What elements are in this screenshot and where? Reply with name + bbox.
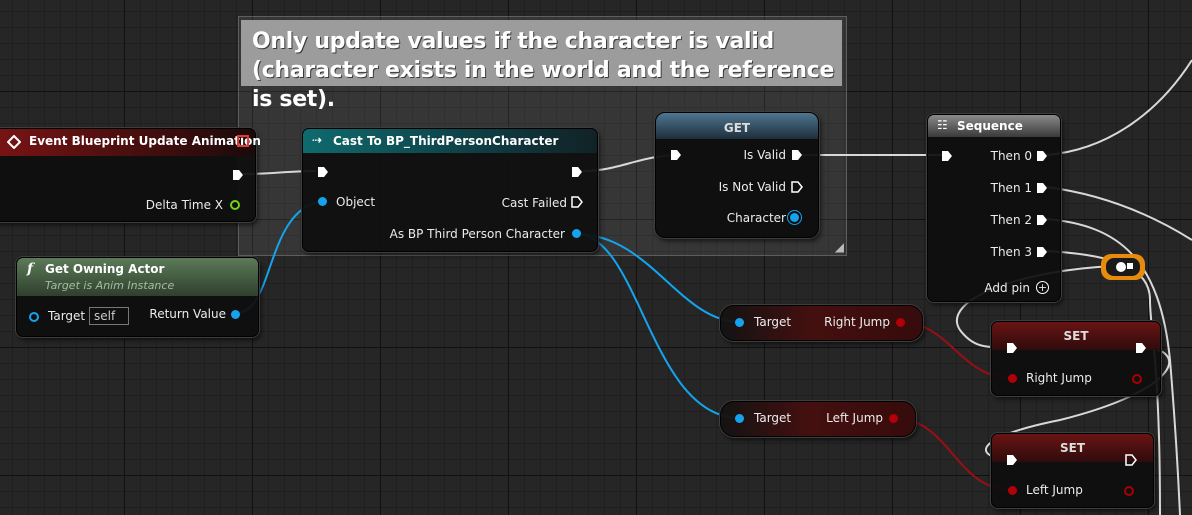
node-title: Get Owning Actor [45, 262, 165, 276]
left-jump-out-pin[interactable] [1124, 486, 1134, 496]
then-2-pin[interactable] [1036, 214, 1048, 226]
node-subtitle: Target is Anim Instance [45, 279, 175, 292]
cast-failed-label: Cast Failed [501, 196, 567, 210]
right-jump-in-pin[interactable] [1008, 374, 1017, 383]
right-jump-label: Right Jump [824, 315, 890, 329]
sequence-icon: ☷ [937, 118, 948, 132]
target-label: Target [48, 309, 86, 323]
target-pin[interactable] [735, 318, 744, 327]
node-header: f Get Owning Actor Target is Anim Instan… [17, 258, 258, 296]
exec-in-pin[interactable] [1006, 454, 1018, 466]
then-0-label: Then 0 [990, 149, 1032, 163]
set-right-jump-node[interactable]: SET Right Jump [991, 321, 1161, 396]
object-pin[interactable] [318, 197, 327, 206]
then-0-pin[interactable] [1036, 150, 1048, 162]
add-pin-button[interactable]: Add pin [984, 281, 1030, 295]
node-title: Event Blueprint Update Animation [29, 134, 261, 148]
event-update-animation-node[interactable]: Event Blueprint Update Animation Delta T… [0, 128, 261, 222]
cast-to-node[interactable]: ⇢ Cast To BP_ThirdPersonCharacter Object… [302, 128, 598, 252]
target-pin[interactable] [29, 312, 39, 322]
left-jump-label: Left Jump [826, 411, 883, 425]
target-label: Target [754, 411, 792, 425]
node-header: ⇢ Cast To BP_ThirdPersonCharacter [303, 129, 597, 153]
is-valid-pin[interactable] [791, 149, 803, 161]
as-character-label: As BP Third Person Character [389, 227, 565, 241]
left-jump-in-pin[interactable] [1008, 486, 1017, 495]
node-title: Cast To BP_ThirdPersonCharacter [333, 134, 559, 148]
target-label: Target [754, 315, 792, 329]
exec-out-pin[interactable] [1125, 454, 1137, 466]
is-not-valid-label: Is Not Valid [718, 180, 786, 194]
target-pin[interactable] [735, 414, 744, 423]
exec-in-pin[interactable] [1006, 342, 1018, 354]
exec-out-pin[interactable] [571, 166, 583, 178]
then-3-pin[interactable] [1036, 246, 1048, 258]
add-pin-icon[interactable]: + [1036, 281, 1049, 294]
exec-in-pin[interactable] [670, 149, 682, 161]
validated-get-node[interactable]: GET Is Valid Is Not Valid Character [655, 112, 819, 238]
node-header: GET [656, 113, 818, 139]
comment-text: Only update values if the character is v… [252, 29, 835, 112]
exec-in-pin[interactable] [941, 150, 953, 162]
right-jump-out-pin[interactable] [896, 318, 905, 327]
character-pin[interactable] [790, 213, 799, 222]
left-jump-get-node[interactable]: Target Left Jump [720, 401, 916, 437]
delta-time-pin[interactable] [230, 200, 240, 210]
resize-handle-icon[interactable]: ◢ [835, 240, 844, 254]
self-field[interactable]: self [89, 307, 129, 325]
sequence-node[interactable]: ☷ Sequence Then 0 Then 1 Then 2 Then 3 A… [927, 114, 1061, 302]
left-jump-out-pin[interactable] [889, 414, 898, 423]
cast-icon: ⇢ [312, 133, 323, 147]
exec-out-pin[interactable] [1135, 342, 1147, 354]
node-title: SET [1063, 329, 1089, 343]
right-jump-get-node[interactable]: Target Right Jump [720, 305, 923, 341]
exec-in-pin[interactable] [317, 166, 329, 178]
set-left-jump-node[interactable]: SET Left Jump [991, 433, 1154, 508]
node-header: ☷ Sequence [928, 115, 1060, 137]
as-character-pin[interactable] [572, 229, 581, 238]
return-value-label: Return Value [149, 307, 226, 321]
right-jump-label: Right Jump [1026, 371, 1092, 385]
then-3-label: Then 3 [990, 245, 1032, 259]
cast-failed-pin[interactable] [571, 196, 583, 208]
node-title: GET [723, 121, 751, 135]
left-jump-label: Left Jump [1026, 483, 1083, 497]
node-title: SET [1059, 441, 1086, 455]
character-label: Character [726, 211, 786, 225]
comment-header[interactable]: Only update values if the character is v… [241, 20, 842, 112]
delta-time-label: Delta Time X [145, 198, 223, 212]
stop-icon [237, 135, 249, 147]
function-icon: f [27, 261, 34, 277]
then-1-pin[interactable] [1036, 182, 1048, 194]
get-owning-actor-node[interactable]: f Get Owning Actor Target is Anim Instan… [16, 257, 259, 337]
return-value-pin[interactable] [231, 310, 240, 319]
right-jump-out-pin[interactable] [1132, 374, 1142, 384]
is-valid-label: Is Valid [743, 148, 786, 162]
is-not-valid-pin[interactable] [791, 181, 803, 193]
object-label: Object [336, 195, 376, 209]
then-2-label: Then 2 [990, 213, 1032, 227]
exec-out-pin[interactable] [232, 169, 244, 181]
then-1-label: Then 1 [990, 181, 1032, 195]
event-icon [7, 135, 21, 149]
node-header: Event Blueprint Update Animation [0, 129, 261, 156]
node-title: Sequence [957, 119, 1023, 133]
